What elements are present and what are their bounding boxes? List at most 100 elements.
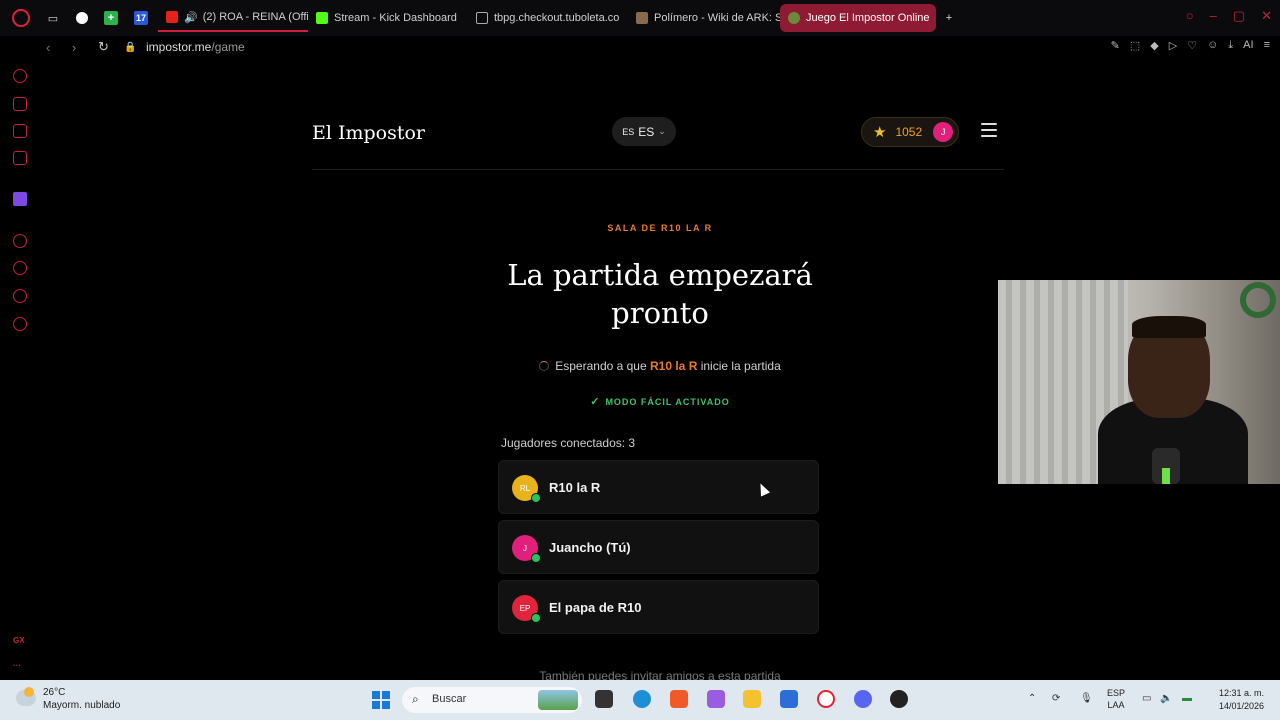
- waiting-suffix: inicie la partida: [700, 359, 781, 373]
- minimize-icon[interactable]: –: [1210, 8, 1217, 24]
- t7-app-icon[interactable]: 17: [134, 11, 148, 25]
- online-indicator: [531, 553, 541, 563]
- score-badge[interactable]: ★ 1052 J: [861, 117, 959, 147]
- microphone-light: [1162, 468, 1170, 484]
- opera-gx-taskbar-icon[interactable]: [817, 690, 835, 708]
- clock-date: 14/01/2026: [1218, 701, 1264, 711]
- task-view-icon[interactable]: [595, 690, 613, 708]
- messenger-icon[interactable]: [13, 151, 27, 165]
- hamburger-menu-icon[interactable]: [981, 123, 997, 137]
- ai-button[interactable]: AI: [1243, 39, 1253, 52]
- volume-icon[interactable]: 🔈: [1160, 693, 1172, 704]
- sync-icon[interactable]: ⟳: [1052, 693, 1060, 704]
- extensions-icon[interactable]: [13, 289, 27, 303]
- more-icon[interactable]: ···: [13, 661, 21, 670]
- back-icon[interactable]: ‹: [46, 40, 58, 55]
- webcam-overlay: [998, 280, 1280, 484]
- close-icon[interactable]: ✕: [1261, 8, 1272, 24]
- wiki-icon: [636, 12, 648, 24]
- play-icon[interactable]: ▷: [1169, 39, 1177, 52]
- brave-icon[interactable]: [670, 690, 688, 708]
- reload-icon[interactable]: ↻: [98, 39, 110, 55]
- score-value: 1052: [895, 125, 923, 139]
- lock-icon: 🔒: [124, 41, 137, 53]
- history-icon[interactable]: [13, 261, 27, 275]
- download-icon[interactable]: ⤓: [1228, 39, 1233, 52]
- site-logo[interactable]: El Impostor: [312, 122, 425, 144]
- copilot-icon[interactable]: [707, 690, 725, 708]
- speaker-icon: 🔊: [184, 11, 198, 24]
- mail-icon[interactable]: [780, 690, 798, 708]
- heart-icon[interactable]: ♡: [1187, 39, 1197, 52]
- clock[interactable]: 12:31 a. m. 14/01/2026: [1208, 687, 1264, 713]
- player-avatar: J: [512, 535, 541, 563]
- tab-tuboleta[interactable]: tbpg.checkout.tuboleta.co: [468, 4, 628, 32]
- weather-condition[interactable]: Mayorm. nublado: [43, 700, 120, 711]
- player-name: El papa de R10: [549, 600, 642, 615]
- weather-temp[interactable]: 26°C: [43, 687, 65, 698]
- tab-label: Juego El Impostor Online: [806, 12, 930, 24]
- waiting-prefix: Esperando a que: [555, 359, 647, 373]
- tab-label: (2) ROA - REINA (Offici: [202, 11, 308, 23]
- maximize-icon[interactable]: ▢: [1233, 8, 1245, 24]
- search-tabs-icon[interactable]: ○: [1186, 8, 1194, 24]
- invite-text: También puedes invitar amigos a esta par…: [539, 669, 781, 680]
- obs-icon[interactable]: [890, 690, 908, 708]
- webcam-person-hair: [1132, 316, 1206, 338]
- browser-tab-bar: ▭ + 17 🔊 (2) ROA - REINA (Offici Stream …: [0, 0, 1280, 36]
- opera-logo-icon[interactable]: [12, 9, 30, 27]
- gx-control-icon[interactable]: [13, 97, 27, 111]
- account-icon[interactable]: ☺: [1207, 39, 1218, 52]
- mic-icon[interactable]: 🎙: [1080, 693, 1093, 704]
- language-selector[interactable]: ES ES ⌄: [612, 117, 676, 146]
- tab-label: tbpg.checkout.tuboleta.co: [494, 12, 620, 24]
- discord-icon[interactable]: [854, 690, 872, 708]
- speed-dial-icon[interactable]: [13, 69, 27, 83]
- pin-icon[interactable]: ✎: [1111, 39, 1120, 52]
- player-name: Juancho (Tú): [549, 540, 631, 555]
- lang-top: ESP: [1107, 688, 1126, 698]
- language-code: ES: [638, 124, 655, 139]
- shield-icon[interactable]: ◆: [1150, 39, 1158, 52]
- plus-app-icon[interactable]: +: [104, 11, 118, 25]
- tab-label: Polímero - Wiki de ARK: S: [654, 12, 780, 24]
- circle-app-icon[interactable]: [76, 12, 88, 24]
- url-path: /game: [211, 40, 245, 54]
- forward-icon[interactable]: ›: [72, 40, 84, 55]
- wreath-decoration: [1240, 282, 1276, 318]
- star-icon: ★: [873, 124, 887, 141]
- network-icon[interactable]: ▭: [1142, 693, 1151, 704]
- flag-icon: ES: [622, 126, 635, 137]
- snapshot-icon[interactable]: ⬚: [1130, 39, 1140, 52]
- player-initials: J: [523, 543, 527, 553]
- twitch-icon[interactable]: [13, 192, 27, 206]
- player-initials: RL: [519, 483, 531, 493]
- tab-impostor[interactable]: Juego El Impostor Online: [780, 4, 936, 32]
- tab-youtube[interactable]: 🔊 (2) ROA - REINA (Offici: [158, 4, 308, 32]
- new-tab-icon[interactable]: +: [942, 11, 956, 25]
- file-explorer-icon[interactable]: [743, 690, 761, 708]
- input-language[interactable]: ESP LAA: [1107, 687, 1125, 711]
- tab-ark-wiki[interactable]: Polímero - Wiki de ARK: S: [628, 4, 780, 32]
- user-avatar[interactable]: J: [933, 122, 954, 142]
- player-name: R10 la R: [549, 480, 601, 495]
- address-bar: ‹ › ↻ 🔒 impostor.me/game ✎ ⬚ ◆ ▷ ♡ ☺ ⤓ A…: [0, 36, 1280, 58]
- url-field[interactable]: impostor.me/game: [146, 40, 245, 54]
- windows-start-icon[interactable]: [372, 691, 390, 709]
- player-icon[interactable]: [13, 234, 27, 248]
- site-header: El Impostor ES ES ⌄ ★ 1052 J: [312, 117, 1004, 170]
- gx-corner-icon[interactable]: [13, 124, 27, 138]
- players-count: Jugadores conectados: 3: [501, 436, 636, 450]
- tray-chevron-icon[interactable]: ⌃: [1028, 693, 1036, 704]
- edge-icon[interactable]: [633, 690, 651, 708]
- chevron-down-icon: ⌄: [658, 126, 666, 136]
- battery-icon[interactable]: ▬: [1182, 693, 1192, 704]
- gamepad-icon[interactable]: ▭: [46, 11, 60, 25]
- youtube-icon: [166, 11, 178, 23]
- kick-icon: [316, 12, 328, 24]
- host-name: R10 la R: [650, 359, 698, 373]
- tab-kick[interactable]: Stream - Kick Dashboard: [308, 4, 468, 32]
- settings-icon[interactable]: [13, 317, 27, 331]
- taskbar-search[interactable]: ⌕ Buscar: [402, 687, 582, 713]
- menu-icon[interactable]: ≡: [1264, 39, 1270, 52]
